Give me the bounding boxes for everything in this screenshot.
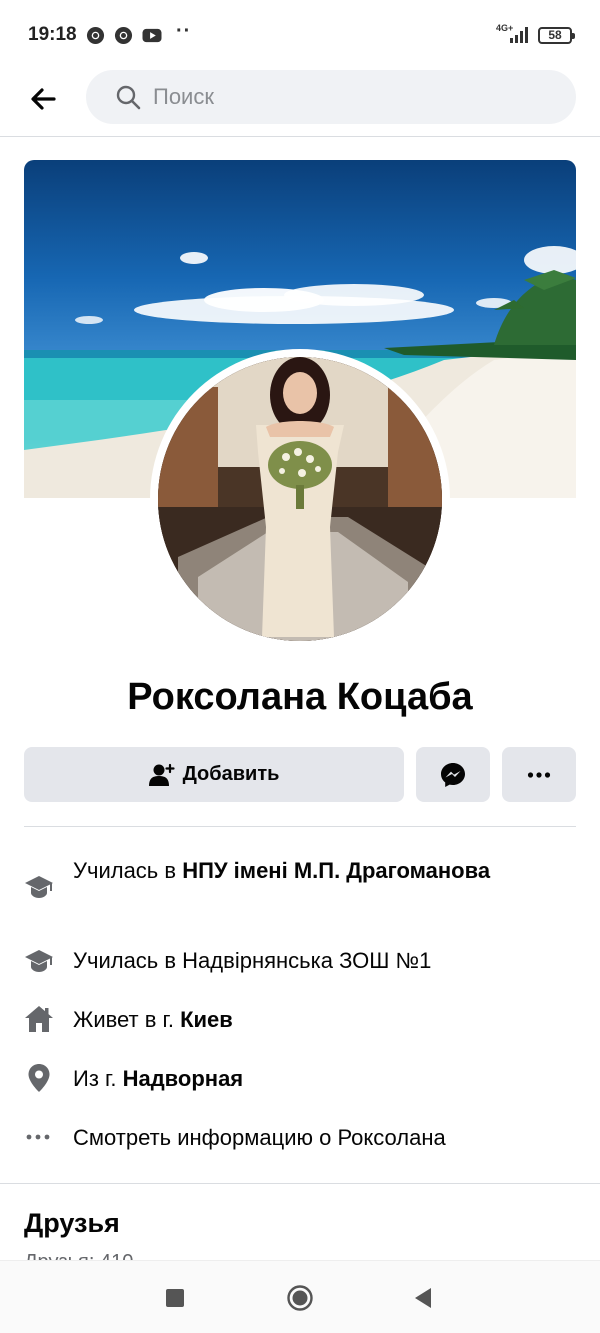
- chrome-icon: [86, 26, 105, 45]
- lives-city-link[interactable]: Киев: [180, 1007, 233, 1032]
- messenger-icon: [441, 762, 465, 787]
- education-university-text: Училась в НПУ імені М.П. Драгоманова: [73, 855, 493, 886]
- recent-apps-button[interactable]: [166, 1289, 184, 1307]
- from-prefix: Из г.: [73, 1066, 123, 1091]
- more-horizontal-icon: [527, 771, 551, 778]
- from-city-link[interactable]: Надворная: [123, 1066, 244, 1091]
- message-button[interactable]: [416, 747, 490, 802]
- graduation-cap-icon: [25, 950, 53, 972]
- education-prefix: Училась в: [73, 858, 183, 883]
- see-info-text: Смотреть информацию о Роксолана: [73, 1125, 446, 1150]
- youtube-icon: [142, 28, 162, 43]
- search-input[interactable]: Поиск: [86, 70, 576, 124]
- divider: [24, 826, 576, 827]
- add-friend-button[interactable]: Добавить: [24, 747, 404, 802]
- info-education-school: Училась в Надвірнянська ЗОШ №1: [24, 945, 576, 977]
- add-friend-label: Добавить: [182, 763, 280, 785]
- friends-count[interactable]: Друзья: 410: [24, 1248, 133, 1260]
- status-time: 19:18: [28, 24, 77, 45]
- location-pin-icon: [28, 1064, 50, 1092]
- battery-icon: 58: [538, 27, 575, 44]
- more-dots-icon: ··: [176, 20, 192, 42]
- back-button[interactable]: [413, 1287, 433, 1309]
- chrome-icon: [114, 26, 133, 45]
- add-friend-icon: [148, 763, 175, 786]
- lives-in-text: Живет в г. Киев: [73, 1004, 233, 1035]
- home-button[interactable]: [287, 1285, 313, 1311]
- info-education-university: Училась в НПУ імені М.П. Драгоманова: [24, 855, 576, 919]
- from-text: Из г. Надворная: [73, 1063, 243, 1094]
- system-nav-bar: [0, 1260, 600, 1333]
- section-divider: [0, 1183, 600, 1184]
- graduation-cap-icon: [25, 876, 53, 898]
- search-placeholder: Поиск: [153, 84, 214, 109]
- info-from: Из г. Надворная: [24, 1063, 576, 1095]
- friends-section-title: Друзья: [24, 1208, 120, 1238]
- more-horizontal-icon: [26, 1134, 50, 1140]
- more-options-button[interactable]: [502, 747, 576, 802]
- education-school-text: Училась в Надвірнянська ЗОШ №1: [73, 948, 432, 973]
- header: Поиск: [0, 70, 600, 137]
- profile-name: Роксолана Коцаба: [127, 676, 473, 718]
- arrow-left-icon[interactable]: [28, 84, 58, 114]
- signal-icon: [510, 27, 528, 43]
- info-lives-in: Живет в г. Киев: [24, 1004, 576, 1036]
- status-bar: 19:18 ·· 4G+ 58: [0, 0, 600, 70]
- search-icon: [116, 85, 141, 110]
- avatar-image: [158, 357, 442, 641]
- avatar[interactable]: [158, 357, 442, 641]
- education-university-link[interactable]: НПУ імені М.П. Драгоманова: [182, 858, 490, 883]
- see-info-link[interactable]: Смотреть информацию о Роксолана: [24, 1122, 576, 1154]
- lives-prefix: Живет в г.: [73, 1007, 181, 1032]
- home-icon: [25, 1006, 53, 1032]
